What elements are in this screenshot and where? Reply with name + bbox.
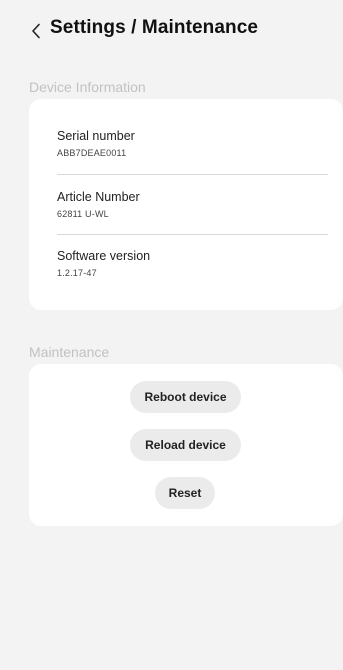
software-version-row: Software version 1.2.17-47 — [57, 249, 327, 278]
software-version-value: 1.2.17-47 — [57, 268, 97, 278]
divider — [57, 234, 328, 235]
software-version-label: Software version — [57, 249, 151, 263]
serial-number-label: Serial number — [57, 129, 135, 143]
serial-number-row: Serial number ABB7DEAE0011 — [57, 129, 327, 158]
device-information-label: Device Information — [29, 79, 146, 95]
maintenance-card: Reboot device Reload device Reset — [29, 364, 343, 526]
page-title: Settings / Maintenance — [50, 17, 259, 38]
device-information-card: Serial number ABB7DEAE0011 Article Numbe… — [29, 99, 343, 310]
reboot-device-button[interactable]: Reboot device — [130, 381, 241, 413]
article-number-row: Article Number 62811 U-WL — [57, 190, 327, 219]
divider — [57, 174, 328, 175]
reload-device-button[interactable]: Reload device — [130, 429, 241, 461]
serial-number-value: ABB7DEAE0011 — [57, 148, 127, 158]
header: Settings / Maintenance — [0, 0, 343, 62]
chevron-left-icon — [32, 23, 40, 39]
maintenance-label: Maintenance — [29, 344, 110, 360]
back-button[interactable] — [26, 18, 46, 44]
reset-button[interactable]: Reset — [155, 477, 215, 509]
article-number-label: Article Number — [57, 190, 140, 204]
article-number-value: 62811 U-WL — [57, 209, 109, 219]
